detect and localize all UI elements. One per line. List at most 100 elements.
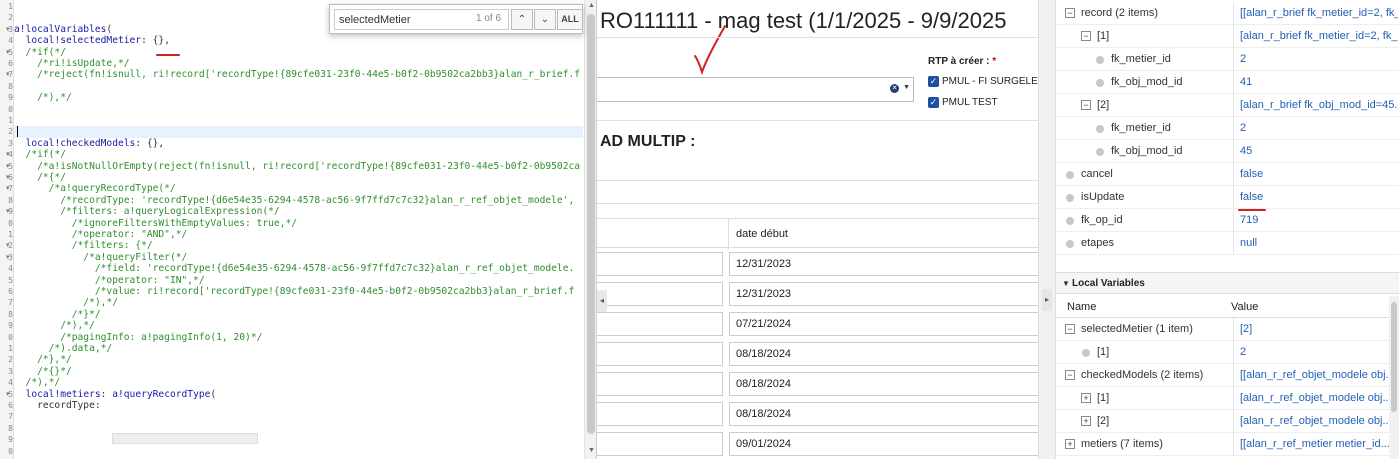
tree-row[interactable]: + [2] [alan_r_ref_objet_modele obj... [1056, 410, 1399, 433]
tree-row[interactable]: etapes null [1056, 232, 1399, 255]
scroll-up-icon[interactable]: ▲ [587, 2, 596, 9]
grid-cell-input[interactable] [597, 432, 723, 456]
fold-toggle-icon[interactable]: ▾ [6, 161, 10, 172]
grid-cell-input[interactable] [597, 312, 723, 336]
code-line[interactable]: /*reject(fn!isnull, ri!record['recordTyp… [14, 69, 583, 80]
expand-icon[interactable]: + [1081, 416, 1091, 426]
tree-row[interactable]: cancel false [1056, 163, 1399, 186]
fold-toggle-icon[interactable]: ▾ [6, 206, 10, 217]
checkbox-option[interactable]: ✓ PMUL - FI SURGELE [928, 75, 1038, 89]
fold-toggle-icon[interactable]: ▾ [6, 183, 10, 194]
code-line[interactable] [14, 434, 583, 445]
code-line[interactable]: /*ri!isUpdate,*/ [14, 58, 583, 69]
tree-item-value[interactable]: [alan_r_ref_objet_modele obj... [1240, 415, 1398, 427]
local-variables-scrollbar[interactable] [1389, 296, 1399, 459]
find-all-button[interactable]: ALL [557, 9, 583, 30]
code-line[interactable] [14, 104, 583, 115]
date-cell-input[interactable]: 08/18/2024 [729, 342, 1038, 366]
editor-scroll-thumb[interactable] [587, 14, 595, 434]
tree-item-value[interactable]: [alan_r_ref_objet_modele obj... [1240, 392, 1398, 404]
code-line[interactable] [14, 446, 583, 457]
tree-row[interactable]: fk_op_id 719 [1056, 209, 1399, 232]
code-line[interactable]: /*if(*/ [14, 47, 583, 58]
code-line[interactable]: local!metiers: a!queryRecordType( [14, 389, 583, 400]
code-line[interactable]: /*recordType: 'recordType!{d6e54e35-6294… [14, 195, 583, 206]
collapse-icon[interactable]: − [1065, 324, 1075, 334]
code-line[interactable]: /*a!queryRecordType(*/ [14, 183, 583, 194]
tree-item-value[interactable]: false [1240, 191, 1398, 203]
code-line[interactable]: /*operator: "IN",*/ [14, 275, 583, 286]
expand-icon[interactable]: + [1065, 439, 1075, 449]
code-line[interactable]: /*if(*/ [14, 149, 583, 160]
pane-divider[interactable]: ▸ [1038, 0, 1056, 459]
collapse-icon[interactable]: − [1081, 100, 1091, 110]
fold-toggle-icon[interactable]: ▾ [6, 149, 10, 160]
code-line[interactable]: /*),*/ [14, 92, 583, 103]
code-line[interactable] [14, 423, 583, 434]
tree-item-value[interactable]: 45 [1240, 145, 1398, 157]
local-variables-header[interactable]: ▼ Local Variables [1056, 272, 1399, 294]
tree-row[interactable]: [1] 2 [1056, 341, 1399, 364]
expand-icon[interactable]: + [1081, 393, 1091, 403]
tree-row[interactable]: −[1] [alan_r_brief fk_metier_id=2, fk_obj… [1056, 25, 1399, 48]
tree-row[interactable]: fk_obj_mod_id 41 [1056, 71, 1399, 94]
date-cell-input[interactable]: 12/31/2023 [729, 282, 1038, 306]
code-line[interactable]: /*),*/ [14, 377, 583, 388]
fold-toggle-icon[interactable]: ▾ [6, 24, 10, 35]
tree-row[interactable]: fk_metier_id 2 [1056, 48, 1399, 71]
code-line[interactable]: /*),*/ [14, 297, 583, 308]
grid-cell-input[interactable] [597, 372, 723, 396]
code-line[interactable]: recordType: [14, 400, 583, 411]
code-line[interactable]: /*ignoreFiltersWithEmptyValues: true,*/ [14, 218, 583, 229]
tree-item-value[interactable]: [[alan_r_brief fk_metier_id=2, fk_obj_mo… [1240, 7, 1398, 19]
scroll-thumb[interactable] [1391, 302, 1397, 412]
code-line[interactable]: /*}*/ [14, 309, 583, 320]
code-line[interactable]: /*{}*/ [14, 366, 583, 377]
tree-row[interactable]: fk_obj_mod_id 45 [1056, 140, 1399, 163]
code-line[interactable] [14, 411, 583, 422]
tree-row[interactable]: − selectedMetier (1 item) [2] [1056, 318, 1399, 341]
checkbox-checked-icon[interactable]: ✓ [928, 96, 939, 108]
date-cell-input[interactable]: 12/31/2023 [729, 252, 1038, 276]
date-cell-input[interactable]: 07/21/2024 [729, 312, 1038, 336]
tree-row[interactable]: − record (2 items) [[alan_r_brief fk_metie… [1056, 2, 1399, 25]
collapse-icon[interactable]: − [1081, 31, 1091, 41]
fold-toggle-icon[interactable]: ▾ [6, 47, 10, 58]
code-line[interactable]: /*filters: {*/ [14, 240, 583, 251]
code-line[interactable]: /*).data,*/ [14, 343, 583, 354]
code-area[interactable]: a!localVariables( local!selectedMetier: … [14, 0, 583, 459]
tree-item-value[interactable]: [[alan_r_ref_metier metier_id... [1240, 438, 1398, 450]
tree-row[interactable]: − [2] [alan_r_brief fk_obj_mod_id=45... [1056, 94, 1399, 117]
date-cell-input[interactable]: 09/01/2024 [729, 432, 1038, 456]
code-line[interactable] [14, 81, 583, 92]
collapse-left-pane-button[interactable]: ◂ [597, 290, 607, 312]
code-line[interactable]: /*a!queryFilter(*/ [14, 252, 583, 263]
fold-toggle-icon[interactable]: ▾ [6, 69, 10, 80]
tree-item-value[interactable]: 719 [1240, 214, 1398, 226]
fold-toggle-icon[interactable]: ▾ [6, 389, 10, 400]
chevron-down-icon[interactable]: ▼ [903, 84, 910, 91]
tree-item-value[interactable]: false [1240, 168, 1398, 180]
code-line[interactable]: /*pagingInfo: a!pagingInfo(1, 20)*/ [14, 332, 583, 343]
grid-cell-input[interactable] [597, 402, 723, 426]
code-line[interactable]: /*value: ri!record['recordType!{89cfe031… [14, 286, 583, 297]
code-line[interactable]: local!checkedModels: {}, [14, 138, 583, 149]
tree-item-value[interactable]: 2 [1240, 122, 1398, 134]
code-line[interactable]: /*},*/ [14, 354, 583, 365]
checkbox-checked-icon[interactable]: ✓ [928, 75, 939, 87]
grid-cell-input[interactable] [597, 252, 723, 276]
date-cell-input[interactable]: 08/18/2024 [729, 402, 1038, 426]
code-line[interactable] [14, 115, 583, 126]
collapse-icon[interactable]: − [1065, 370, 1075, 380]
tree-row[interactable]: fk_metier_id 2 [1056, 117, 1399, 140]
clear-icon[interactable]: ✕ [890, 84, 899, 93]
fold-toggle-icon[interactable]: ▾ [6, 240, 10, 251]
tree-item-value[interactable]: [2] [1240, 323, 1398, 335]
checkbox-option[interactable]: ✓ PMUL TEST [928, 96, 1038, 110]
tree-item-value[interactable]: [alan_r_brief fk_metier_id=2, fk_obj_mod… [1240, 30, 1398, 42]
code-line[interactable]: local!selectedMetier: {}, [14, 35, 583, 46]
code-line[interactable] [14, 126, 583, 138]
multi-select-dropdown[interactable]: ✕ ▼ [597, 77, 914, 102]
code-line[interactable]: /*),*/ [14, 320, 583, 331]
expression-editor[interactable]: 1 2 3 ▾ 4 5 ▾ 6 7 ▾ 8 9 0 1 2 3 4 ▾ 5 ▾ 6 ▾ 7 ▾ 8 9 ▾ 0 1 2 ▾ 3 ▾ 4 5 6 7 8 9 0… [0, 0, 597, 459]
